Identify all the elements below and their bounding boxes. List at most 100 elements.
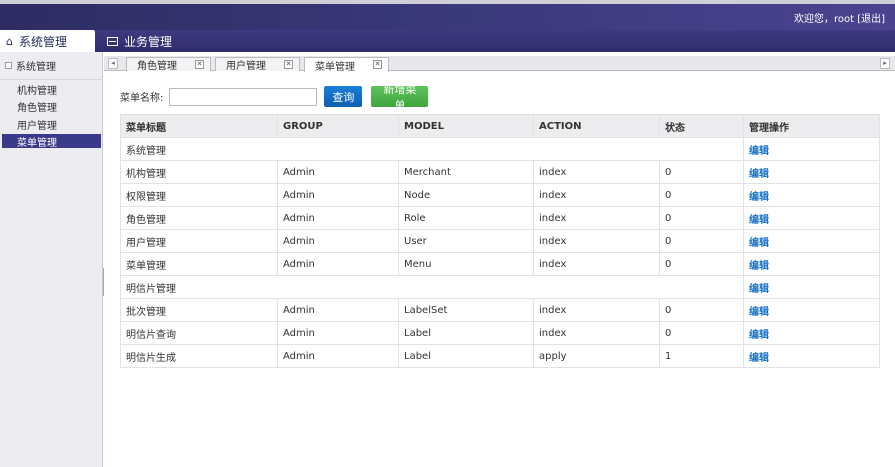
cell-group: Admin [277,183,399,207]
cell-operations: 编辑 [743,298,880,322]
cell-model: User [398,229,534,253]
cell-status: 1 [659,344,744,368]
table-row: 明信片管理 编辑 [120,275,880,299]
cell-operations: 编辑 [743,275,880,299]
edit-link[interactable]: 编辑 [749,353,769,364]
cell-action: index [533,321,660,345]
column-header-group: GROUP [277,114,399,138]
cell-title: 权限管理 [120,183,278,207]
cell-status: 0 [659,183,744,207]
collapse-box-icon [5,62,12,69]
sidebar-group-label: 系统管理 [16,62,56,73]
query-button[interactable]: 查询 [324,86,363,107]
cell-operations: 编辑 [743,160,880,184]
edit-link[interactable]: 编辑 [749,215,769,226]
cell-status: 0 [659,298,744,322]
window-icon [107,36,118,46]
page-tab-label: 角色管理 [137,61,177,72]
edit-link[interactable]: 编辑 [749,169,769,180]
sidebar-group-system[interactable]: 系统管理 [0,52,103,80]
cell-title: 系统管理 [120,137,744,161]
sidebar-item-role[interactable]: 角色管理 [0,99,102,114]
cell-group: Admin [277,206,399,230]
cell-title: 明信片生成 [120,344,278,368]
edit-link[interactable]: 编辑 [749,192,769,203]
cell-title: 菜单管理 [120,252,278,276]
cell-group: Admin [277,321,399,345]
cell-status: 0 [659,252,744,276]
sidebar-item-label: 用户管理 [17,120,57,132]
edit-link[interactable]: 编辑 [749,146,769,157]
cell-model: Node [398,183,534,207]
sidebar-item-menu[interactable]: 菜单管理 [2,134,101,149]
cell-group: Admin [277,160,399,184]
cell-title: 批次管理 [120,298,278,322]
cell-model: Merchant [398,160,534,184]
table-row: 系统管理 编辑 [120,137,880,161]
cell-operations: 编辑 [743,252,880,276]
close-icon[interactable]: ✕ [195,60,204,69]
add-menu-button[interactable]: 新增菜单 [371,83,429,112]
menu-table: 菜单标题 GROUP MODEL ACTION 状态 管理操作 系统管理 编辑 机构… [120,114,880,368]
cell-status: 0 [659,229,744,253]
close-icon[interactable]: ✕ [373,60,382,69]
page-tab-strip: ◂ 角色管理 ✕ 用户管理 ✕ 菜单管理 ✕ ▸ [104,56,895,73]
tab-scroll-right-button[interactable]: ▸ [880,58,890,69]
edit-link[interactable]: 编辑 [749,238,769,249]
sidebar-item-user[interactable]: 用户管理 [0,117,102,132]
cell-title: 角色管理 [120,206,278,230]
cell-action: index [533,183,660,207]
table-header-row: 菜单标题 GROUP MODEL ACTION 状态 管理操作 [120,114,880,138]
cell-title: 明信片查询 [120,321,278,345]
cell-model: Label [398,321,534,345]
top-bar: 欢迎您，root [退出] [0,0,895,30]
tab-scroll-left-button[interactable]: ◂ [108,58,118,69]
cell-status: 0 [659,321,744,345]
column-header-status: 状态 [659,114,744,138]
welcome-text: 欢迎您，root [退出] [794,10,885,25]
module-tab-business-label: 业务管理 [124,34,173,49]
sidebar-item-org[interactable]: 机构管理 [0,82,102,97]
cell-group: Admin [277,252,399,276]
close-icon[interactable]: ✕ [284,60,293,69]
search-bar: 菜单名称: 查询 新增菜单 [120,83,429,112]
username: root [833,14,854,25]
table-row: 明信片查询 Admin Label index 0 编辑 [120,321,880,345]
cell-status: 0 [659,206,744,230]
table-row: 明信片生成 Admin Label apply 1 编辑 [120,344,880,368]
edit-link[interactable]: 编辑 [749,284,769,295]
cell-action: index [533,206,660,230]
module-tab-business[interactable]: 业务管理 [107,30,172,52]
cell-model: Label [398,344,534,368]
table-row: 批次管理 Admin LabelSet index 0 编辑 [120,298,880,322]
main-content: 菜单名称: 查询 新增菜单 菜单标题 GROUP MODEL ACTION 状态… [104,72,895,467]
cell-group: Admin [277,344,399,368]
top-strip [0,0,895,4]
sidebar-item-label: 菜单管理 [17,137,57,149]
edit-link[interactable]: 编辑 [749,307,769,318]
edit-link[interactable]: 编辑 [749,261,769,272]
cell-title: 明信片管理 [120,275,744,299]
page-tab-label: 用户管理 [226,61,266,72]
table-row: 用户管理 Admin User index 0 编辑 [120,229,880,253]
page-tab-user[interactable]: 用户管理 ✕ [215,57,300,72]
home-icon: ⌂ [6,34,13,48]
column-header-operations: 管理操作 [743,114,880,138]
cell-title: 用户管理 [120,229,278,253]
menu-name-input[interactable] [169,87,318,106]
edit-link[interactable]: 编辑 [749,330,769,341]
cell-group: Admin [277,298,399,322]
cell-operations: 编辑 [743,321,880,345]
module-tab-system-label: 系统管理 [18,34,67,49]
page-tab-role[interactable]: 角色管理 ✕ [126,57,211,72]
logout-link[interactable]: [退出] [857,14,885,25]
cell-title: 机构管理 [120,160,278,184]
welcome-prefix: 欢迎您， [793,14,834,25]
module-tab-system[interactable]: ⌂ 系统管理 [0,30,95,52]
cell-group: Admin [277,229,399,253]
cell-model: Menu [398,252,534,276]
table-row: 菜单管理 Admin Menu index 0 编辑 [120,252,880,276]
page-tab-label: 菜单管理 [315,61,355,73]
cell-operations: 编辑 [743,183,880,207]
page-tab-menu[interactable]: 菜单管理 ✕ [304,57,389,73]
